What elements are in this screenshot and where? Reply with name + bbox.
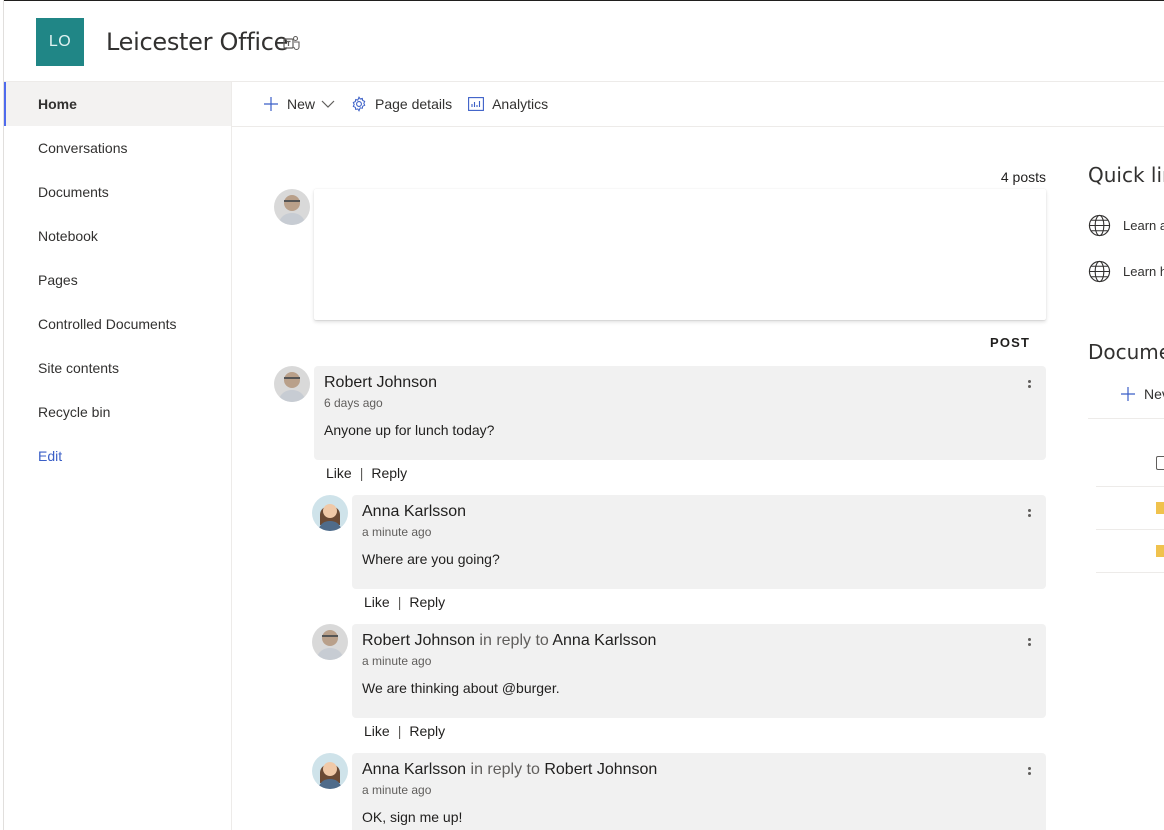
like-button[interactable]: Like [364,723,390,739]
more-options-icon[interactable] [1024,507,1034,523]
reply-button[interactable]: Reply [409,723,445,739]
post-time: a minute ago [362,783,432,797]
teams-icon[interactable] [283,35,301,51]
avatar [312,753,348,789]
nav-documents[interactable]: Documents [4,170,231,214]
current-user-avatar [274,189,310,225]
avatar [312,624,348,660]
post-actions: Like | Reply [364,594,446,610]
avatar [312,495,348,531]
gear-icon [352,96,366,112]
in-reply-to-text: in reply to [479,632,549,649]
plus-icon [1121,387,1135,401]
file-type-column-icon[interactable] [1156,456,1164,470]
more-options-icon[interactable] [1024,636,1034,652]
folder-icon[interactable] [1156,545,1164,557]
nav-site-contents[interactable]: Site contents [4,346,231,390]
divider [1096,486,1164,487]
analytics-icon [468,97,485,111]
nav-edit-link[interactable]: Edit [4,434,231,478]
globe-icon [1088,260,1111,282]
quick-link[interactable]: Learn h [1088,259,1164,283]
divider [1096,572,1164,573]
new-button[interactable]: New [263,96,335,112]
more-options-icon[interactable] [1024,378,1034,394]
analytics-label: Analytics [492,96,549,112]
post-text: We are thinking about @burger. [362,680,560,696]
nav-recycle-bin[interactable]: Recycle bin [4,390,231,434]
reply-to-author[interactable]: Anna Karlsson [552,632,656,649]
page-details-button[interactable]: Page details [351,96,452,112]
globe-icon [1088,214,1111,236]
divider [1096,529,1164,530]
like-button[interactable]: Like [326,465,352,481]
reply-to-author[interactable]: Robert Johnson [544,761,657,778]
right-column: Quick lin Learn a Learn h Docume Nev [1088,160,1164,580]
documents-new-button[interactable]: Nev [1120,386,1164,402]
quick-link-label: Learn h [1123,263,1164,279]
post-button[interactable]: POST [990,335,1030,350]
more-options-icon[interactable] [1024,765,1034,781]
post-author-line: Anna Karlsson in reply to Robert Johnson [362,761,657,779]
quick-link[interactable]: Learn a [1088,213,1164,237]
post-bubble: Anna Karlsson in reply to Robert Johnson… [352,753,1046,830]
site-logo[interactable]: LO [36,18,84,66]
posts-count: 4 posts [1000,169,1046,185]
nav-controlled-documents[interactable]: Controlled Documents [4,302,231,346]
post-actions: Like | Reply [326,465,408,481]
post-text: OK, sign me up! [362,809,463,825]
reply-button[interactable]: Reply [371,465,407,481]
site-title[interactable]: Leicester Office [106,28,288,56]
post-text: Where are you going? [362,551,500,567]
post-bubble: Anna Karlsson a minute ago Where are you… [352,495,1046,589]
post-author[interactable]: Anna Karlsson [362,761,466,778]
post-actions: Like | Reply [364,723,446,739]
plus-icon [264,97,278,111]
site-header: LO Leicester Office [4,0,1164,82]
page-details-label: Page details [375,96,453,112]
post-time: a minute ago [362,654,432,668]
chevron-down-icon [321,100,335,108]
documents-new-label: Nev [1144,386,1164,402]
compose-post-box[interactable] [314,189,1046,320]
quick-links-title: Quick lin [1088,163,1164,187]
nav-pages[interactable]: Pages [4,258,231,302]
post-time: a minute ago [362,525,432,539]
reply-button[interactable]: Reply [409,594,445,610]
left-navigation: Home Conversations Documents Notebook Pa… [4,82,232,830]
avatar [274,366,310,402]
nav-notebook[interactable]: Notebook [4,214,231,258]
new-label: New [287,96,316,112]
quick-link-label: Learn a [1123,217,1164,233]
in-reply-to-text: in reply to [470,761,540,778]
post-bubble: Robert Johnson in reply to Anna Karlsson… [352,624,1046,718]
post-time: 6 days ago [324,396,383,410]
like-button[interactable]: Like [364,594,390,610]
divider [1088,418,1164,419]
command-bar: New Page details Analytics [232,82,1164,127]
analytics-button[interactable]: Analytics [468,96,548,112]
post-author[interactable]: Anna Karlsson [362,503,466,521]
nav-conversations[interactable]: Conversations [4,126,231,170]
post-author-line: Robert Johnson in reply to Anna Karlsson [362,632,656,650]
folder-icon[interactable] [1156,502,1164,514]
post-author[interactable]: Robert Johnson [362,632,475,649]
post-text: Anyone up for lunch today? [324,422,495,438]
nav-home[interactable]: Home [4,82,231,126]
post-bubble: Robert Johnson 6 days ago Anyone up for … [314,366,1046,460]
documents-title: Docume [1088,340,1164,364]
post-author[interactable]: Robert Johnson [324,374,437,392]
